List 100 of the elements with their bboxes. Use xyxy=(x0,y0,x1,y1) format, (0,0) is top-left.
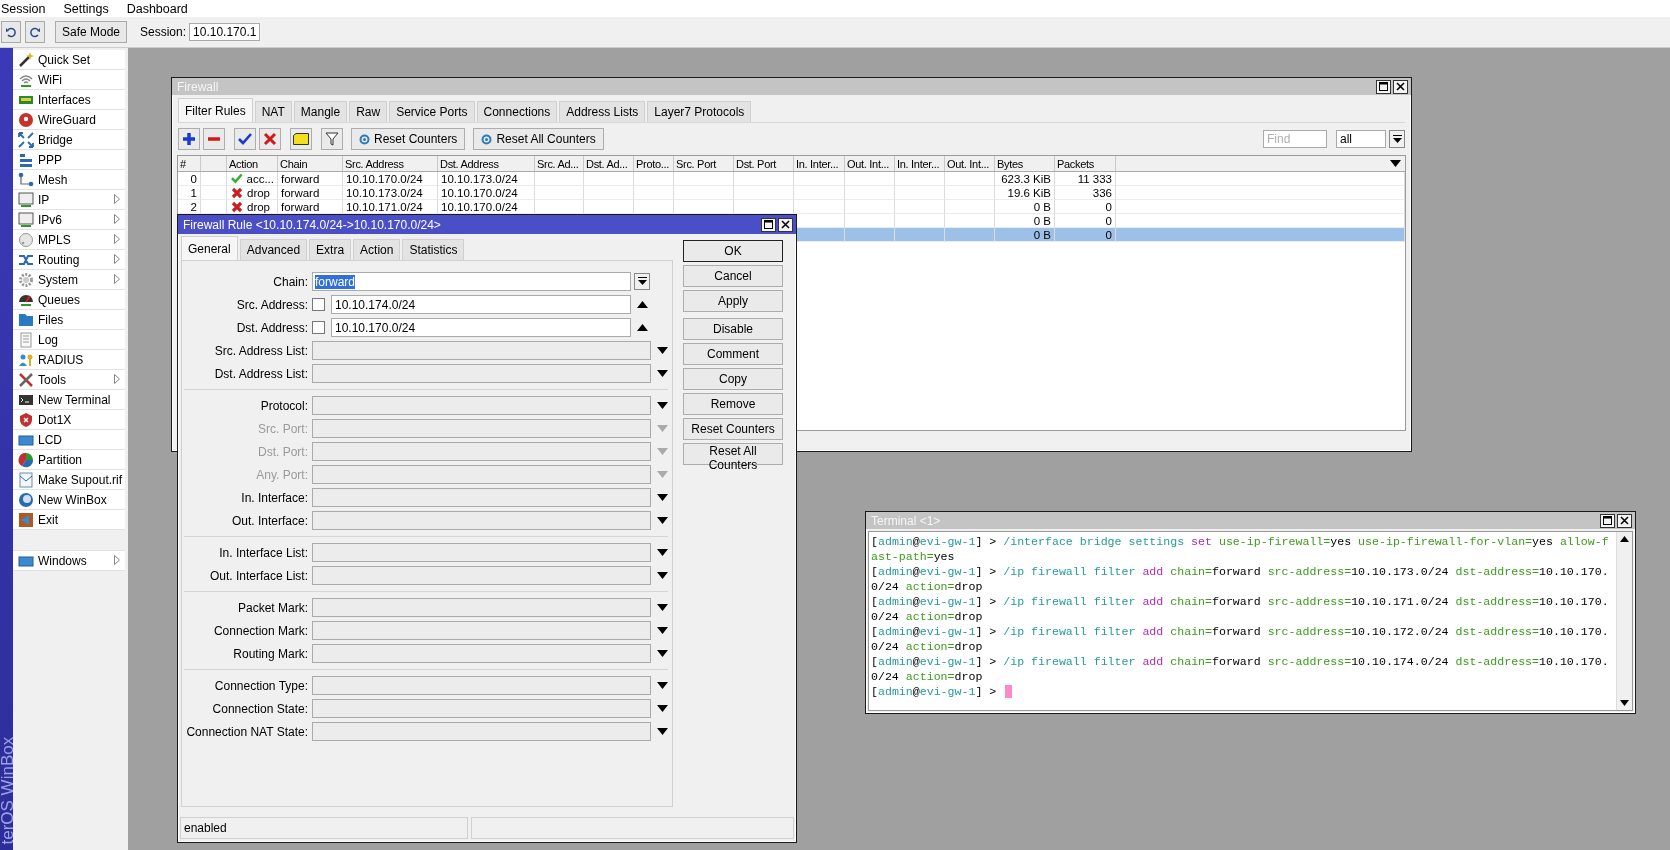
column-header[interactable]: Bytes xyxy=(995,156,1055,171)
menu-item[interactable]: RADIUS xyxy=(13,350,125,370)
column-header[interactable]: In. Inter... xyxy=(794,156,845,171)
caret-icon[interactable] xyxy=(657,572,668,579)
column-header[interactable]: # xyxy=(178,156,201,171)
input-field[interactable] xyxy=(312,396,651,415)
find-field[interactable]: Find xyxy=(1263,130,1327,148)
input-field[interactable] xyxy=(312,566,651,585)
disable-button[interactable] xyxy=(259,128,281,150)
input-field[interactable] xyxy=(312,722,651,741)
tab[interactable]: Raw xyxy=(349,101,388,122)
input-field[interactable] xyxy=(312,621,651,640)
menu-item[interactable]: IP xyxy=(13,190,125,210)
table-row[interactable]: 1 drop forward 10.10.173.0/24 10.10.170.0/24 19.6 KiB 336 xyxy=(178,186,1405,200)
scroll-down-icon[interactable] xyxy=(1620,700,1629,706)
column-header[interactable]: Out. Int... xyxy=(845,156,895,171)
menu-item[interactable]: Windows xyxy=(13,550,125,571)
up-arrow-icon[interactable] xyxy=(637,301,648,308)
caret-icon[interactable] xyxy=(657,549,668,556)
dialog-button[interactable]: Reset Counters xyxy=(683,418,783,440)
column-header[interactable]: Out. Int... xyxy=(945,156,995,171)
comment-button[interactable] xyxy=(290,128,312,150)
checkbox[interactable] xyxy=(312,321,325,334)
menu-item[interactable]: MPLS xyxy=(13,230,125,250)
menu-item[interactable]: WireGuard xyxy=(13,110,125,130)
menu-item[interactable]: Tools xyxy=(13,370,125,390)
dialog-button[interactable]: Remove xyxy=(683,393,783,415)
column-header[interactable]: Proto... xyxy=(634,156,674,171)
input-field[interactable] xyxy=(312,465,651,484)
reset-button[interactable]: Reset Counters xyxy=(351,128,466,150)
tab[interactable]: Service Ports xyxy=(389,101,475,122)
safe-mode-button[interactable]: Safe Mode xyxy=(55,21,127,43)
tab[interactable]: NAT xyxy=(254,101,292,122)
undo-button[interactable] xyxy=(1,21,21,43)
column-header[interactable]: Src. Ad... xyxy=(535,156,584,171)
caret-icon[interactable] xyxy=(657,627,668,634)
column-header[interactable]: Action xyxy=(227,156,278,171)
caret-icon[interactable] xyxy=(657,604,668,611)
caret-icon[interactable] xyxy=(657,705,668,712)
caret-icon[interactable] xyxy=(657,682,668,689)
filter-button[interactable] xyxy=(321,128,343,150)
menu-item[interactable]: Log xyxy=(13,330,125,350)
column-header[interactable]: Dst. Port xyxy=(734,156,794,171)
chain-field[interactable]: forward xyxy=(312,272,631,291)
tab[interactable]: Extra xyxy=(309,239,352,260)
up-arrow-icon[interactable] xyxy=(637,324,648,331)
menu-item[interactable]: Routing xyxy=(13,250,125,270)
menu-item[interactable]: Partition xyxy=(13,450,125,470)
caret-icon[interactable] xyxy=(657,517,668,524)
menu-item[interactable]: Queues xyxy=(13,290,125,310)
column-header[interactable]: Dst. Ad... xyxy=(584,156,634,171)
remove-button[interactable] xyxy=(203,128,225,150)
reset-button[interactable]: Reset All Counters xyxy=(473,128,604,150)
input-field[interactable] xyxy=(312,699,651,718)
input-field[interactable] xyxy=(312,364,651,383)
redo-button[interactable] xyxy=(25,21,45,43)
menu-item[interactable]: PPP xyxy=(13,150,125,170)
input-field[interactable] xyxy=(312,419,651,438)
column-header[interactable]: Src. Address xyxy=(343,156,438,171)
menu-item[interactable]: Dot1X xyxy=(13,410,125,430)
tab[interactable]: Mangle xyxy=(293,101,348,122)
menu-item[interactable]: Exit xyxy=(13,510,125,530)
maximize-button[interactable] xyxy=(761,217,776,232)
menu-item[interactable]: LCD xyxy=(13,430,125,450)
caret-icon[interactable] xyxy=(657,347,668,354)
dropdown-button[interactable] xyxy=(634,273,650,290)
checkbox[interactable] xyxy=(312,298,325,311)
dialog-button[interactable]: Apply xyxy=(683,290,783,312)
scroll-up-icon[interactable] xyxy=(1620,536,1629,542)
input-field[interactable] xyxy=(312,341,651,360)
caret-icon[interactable] xyxy=(657,370,668,377)
menu-item[interactable]: System xyxy=(13,270,125,290)
menu-item[interactable]: New WinBox xyxy=(13,490,125,510)
tab[interactable]: Address Lists xyxy=(559,101,646,122)
menu-item[interactable]: New Terminal xyxy=(13,390,125,410)
menu-item[interactable]: Bridge xyxy=(13,130,125,150)
menu-item[interactable]: Session xyxy=(1,1,46,16)
dropdown-button[interactable] xyxy=(1389,130,1405,148)
address-field[interactable]: 10.10.170.0/24 xyxy=(331,318,631,337)
menu-item[interactable]: Settings xyxy=(63,1,109,16)
dialog-button[interactable]: Copy xyxy=(683,368,783,390)
session-field[interactable]: 10.10.170.1 xyxy=(189,23,261,41)
menu-item[interactable]: Quick Set xyxy=(13,50,125,70)
filter-field[interactable]: all xyxy=(1336,130,1386,148)
input-field[interactable] xyxy=(312,644,651,663)
input-field[interactable] xyxy=(312,543,651,562)
menu-item[interactable]: WiFi xyxy=(13,70,125,90)
caret-icon[interactable] xyxy=(657,494,668,501)
menu-item[interactable]: Make Supout.rif xyxy=(13,470,125,490)
dialog-button[interactable]: Cancel xyxy=(683,265,783,287)
input-field[interactable] xyxy=(312,676,651,695)
tab[interactable]: Advanced xyxy=(239,239,308,260)
input-field[interactable] xyxy=(312,488,651,507)
column-header[interactable]: Src. Port xyxy=(674,156,734,171)
tab[interactable]: General xyxy=(181,236,238,260)
dialog-button[interactable]: OK xyxy=(683,240,783,262)
column-header[interactable]: In. Inter... xyxy=(895,156,945,171)
menu-item[interactable]: Mesh xyxy=(13,170,125,190)
menu-item[interactable]: IPv6 xyxy=(13,210,125,230)
tab[interactable]: Layer7 Protocols xyxy=(647,101,752,122)
